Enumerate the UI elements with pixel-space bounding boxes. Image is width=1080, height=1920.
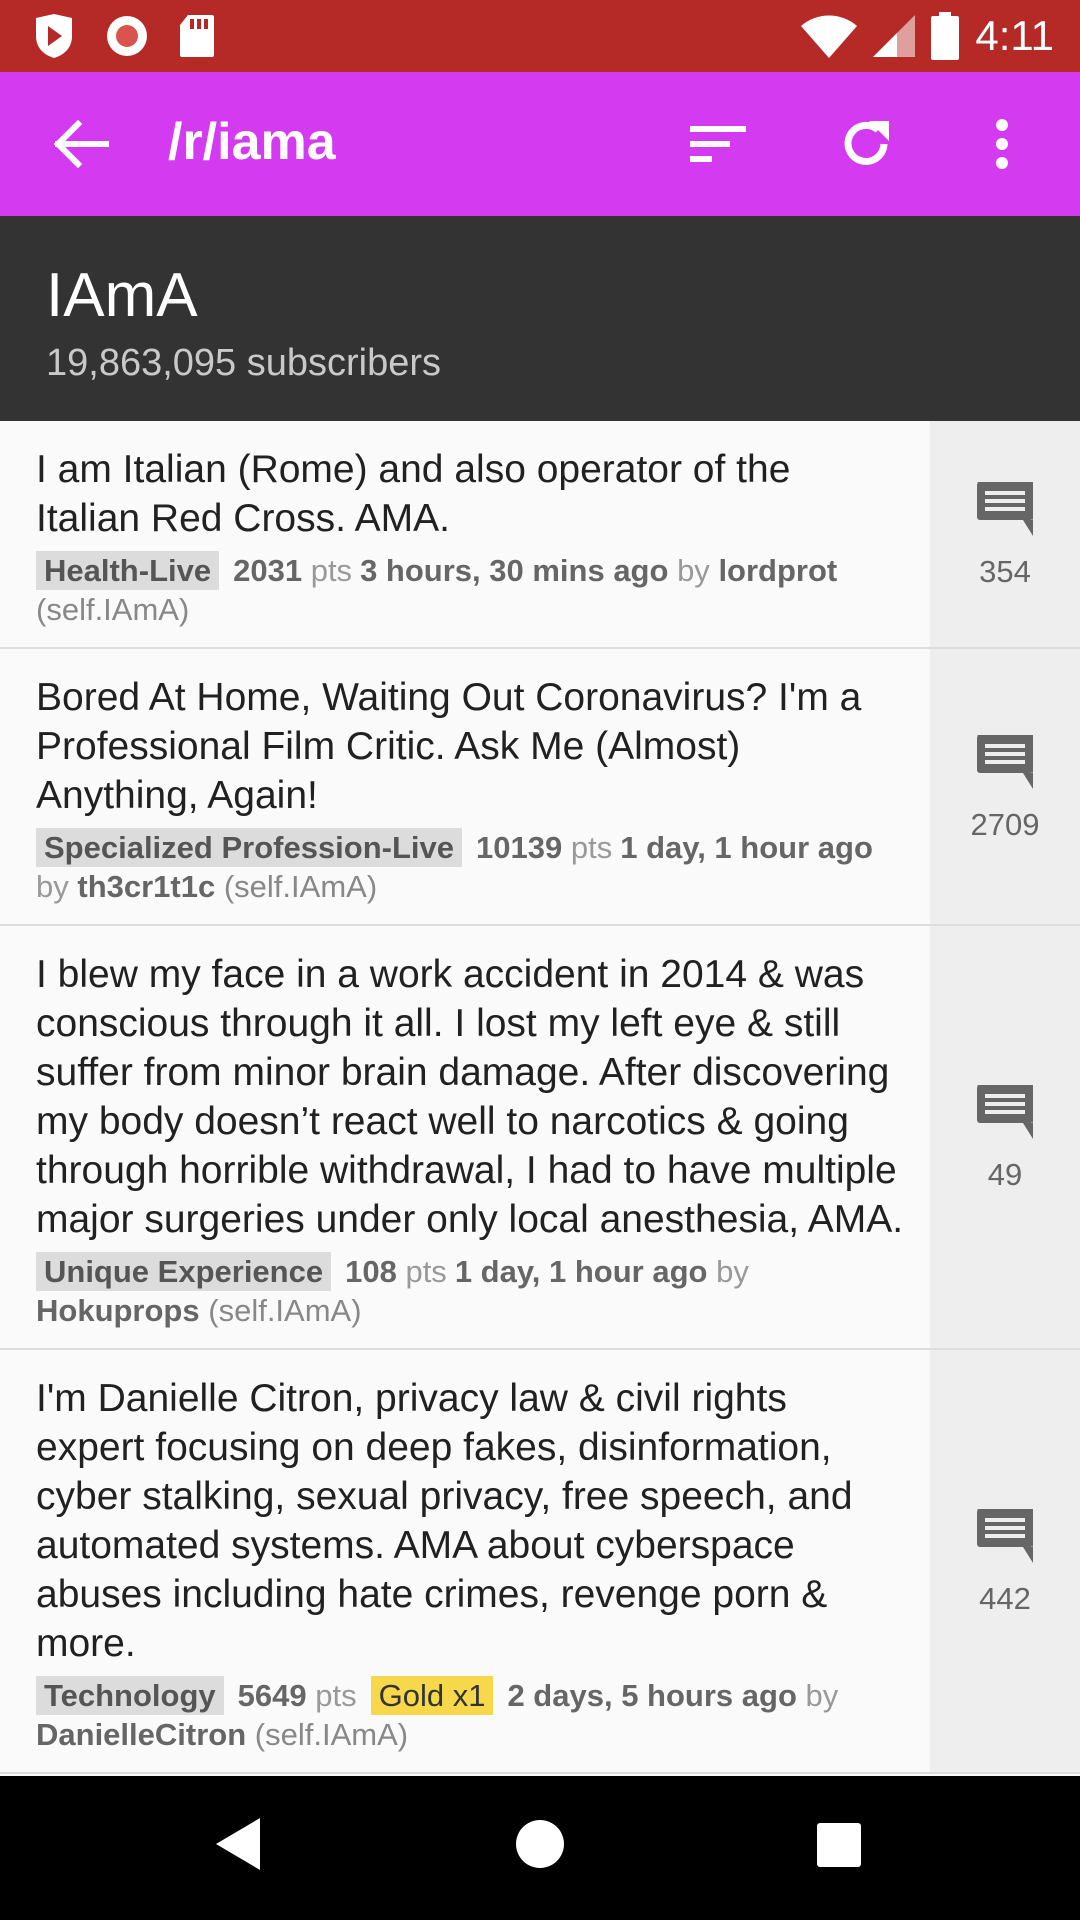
- post-item[interactable]: I am Italian (Rome) and also operator of…: [0, 421, 1080, 649]
- post-item[interactable]: I blew my face in a work accident in 201…: [0, 926, 1080, 1350]
- nav-recents-icon[interactable]: [816, 1822, 862, 1868]
- gold-badge: Gold x1: [370, 1676, 494, 1715]
- shield-icon: [32, 12, 76, 60]
- system-nav-bar: [0, 1776, 1080, 1920]
- post-author[interactable]: Hokuprops: [36, 1293, 200, 1328]
- post-flair: Technology: [36, 1676, 224, 1715]
- post-meta: Health-Live 2031 pts 3 hours, 30 mins ago …: [36, 551, 904, 629]
- comment-count: 442: [979, 1581, 1031, 1616]
- post-meta: Unique Experience 108 pts 1 day, 1 hour ag…: [36, 1252, 904, 1330]
- post-flair: Specialized Profession-Live: [36, 828, 463, 867]
- more-vert-icon[interactable]: [978, 112, 1026, 176]
- post-points-label: pts: [310, 553, 353, 588]
- post-points: 2031: [233, 553, 303, 588]
- post-points-label: pts: [570, 830, 613, 865]
- post-points: 10139: [476, 830, 563, 865]
- cell-signal-icon: [873, 15, 916, 57]
- comments-button[interactable]: 354: [930, 421, 1080, 647]
- post-title[interactable]: I blew my face in a work accident in 201…: [36, 950, 904, 1244]
- post-title[interactable]: Bored At Home, Waiting Out Coronavirus? …: [36, 673, 904, 820]
- sort-icon[interactable]: [686, 116, 750, 172]
- post-meta: Technology 5649 pts Gold x1 2 days, 5 hours…: [36, 1676, 904, 1754]
- post-by: by: [677, 553, 710, 588]
- post-points-label: pts: [315, 1678, 357, 1713]
- post-list[interactable]: I am Italian (Rome) and also operator of…: [0, 421, 1080, 1776]
- subreddit-header: IAmA 19,863,095 subscribers: [0, 216, 1080, 421]
- post-by: by: [716, 1254, 749, 1289]
- comment-icon: [977, 734, 1033, 789]
- battery-icon: [931, 12, 960, 60]
- post-time: 3 hours, 30 mins ago: [360, 553, 669, 588]
- post-author[interactable]: th3cr1t1c: [77, 869, 215, 904]
- clock: 4:11: [975, 12, 1054, 59]
- comment-count: 2709: [970, 806, 1040, 842]
- post-item[interactable]: I'm Danielle Citron, privacy law & civil…: [0, 1350, 1080, 1774]
- comment-icon: [977, 1509, 1033, 1563]
- toolbar-title: /r/iama: [168, 113, 336, 171]
- status-bar: 4:11: [0, 0, 1080, 72]
- app-toolbar: /r/iama: [0, 72, 1080, 216]
- comments-button[interactable]: 49: [930, 926, 1080, 1348]
- post-points: 108: [345, 1254, 397, 1289]
- post-author[interactable]: DanielleCitron: [36, 1717, 246, 1752]
- post-title[interactable]: I am Italian (Rome) and also operator of…: [36, 445, 904, 543]
- post-author[interactable]: lordprot: [718, 553, 837, 588]
- post-domain: (self.IAmA): [208, 1293, 362, 1328]
- post-by: by: [805, 1678, 839, 1713]
- post-time: 1 day, 1 hour ago: [454, 1254, 708, 1289]
- post-domain: (self.IAmA): [223, 869, 378, 904]
- subreddit-name: IAmA: [46, 261, 198, 330]
- post-body[interactable]: I am Italian (Rome) and also operator of…: [0, 421, 930, 647]
- comment-icon: [977, 1085, 1033, 1139]
- post-points: 5649: [237, 1678, 307, 1713]
- post-meta: Specialized Profession-Live 10139 pts 1 da…: [36, 828, 904, 906]
- post-points-label: pts: [405, 1254, 447, 1289]
- post-flair: Unique Experience: [36, 1252, 332, 1291]
- post-item[interactable]: Bored At Home, Waiting Out Coronavirus? …: [0, 649, 1080, 926]
- nav-home-icon[interactable]: [514, 1818, 566, 1870]
- nav-back-icon[interactable]: [214, 1816, 262, 1872]
- post-body[interactable]: I blew my face in a work accident in 201…: [0, 926, 930, 1348]
- comments-button[interactable]: 2709: [930, 649, 1080, 924]
- comment-icon: [977, 482, 1033, 536]
- post-time: 1 day, 1 hour ago: [620, 830, 873, 865]
- post-by: by: [36, 869, 69, 904]
- back-arrow-icon[interactable]: [50, 116, 114, 172]
- post-body[interactable]: Bored At Home, Waiting Out Coronavirus? …: [0, 649, 930, 924]
- comment-count: 49: [987, 1157, 1023, 1192]
- post-domain: (self.IAmA): [36, 592, 190, 627]
- post-domain: (self.IAmA): [254, 1717, 409, 1752]
- comments-button[interactable]: 442: [930, 1350, 1080, 1772]
- post-body[interactable]: I'm Danielle Citron, privacy law & civil…: [0, 1350, 930, 1772]
- wifi-icon: [801, 14, 858, 58]
- subscriber-count: 19,863,095 subscribers: [46, 342, 442, 384]
- sd-card-icon: [178, 13, 216, 59]
- refresh-icon[interactable]: [834, 112, 898, 176]
- post-flair: Health-Live: [36, 551, 220, 590]
- comment-count: 354: [979, 554, 1031, 589]
- post-title[interactable]: I'm Danielle Citron, privacy law & civil…: [36, 1374, 904, 1668]
- record-icon: [104, 13, 150, 59]
- post-time: 2 days, 5 hours ago: [507, 1678, 797, 1713]
